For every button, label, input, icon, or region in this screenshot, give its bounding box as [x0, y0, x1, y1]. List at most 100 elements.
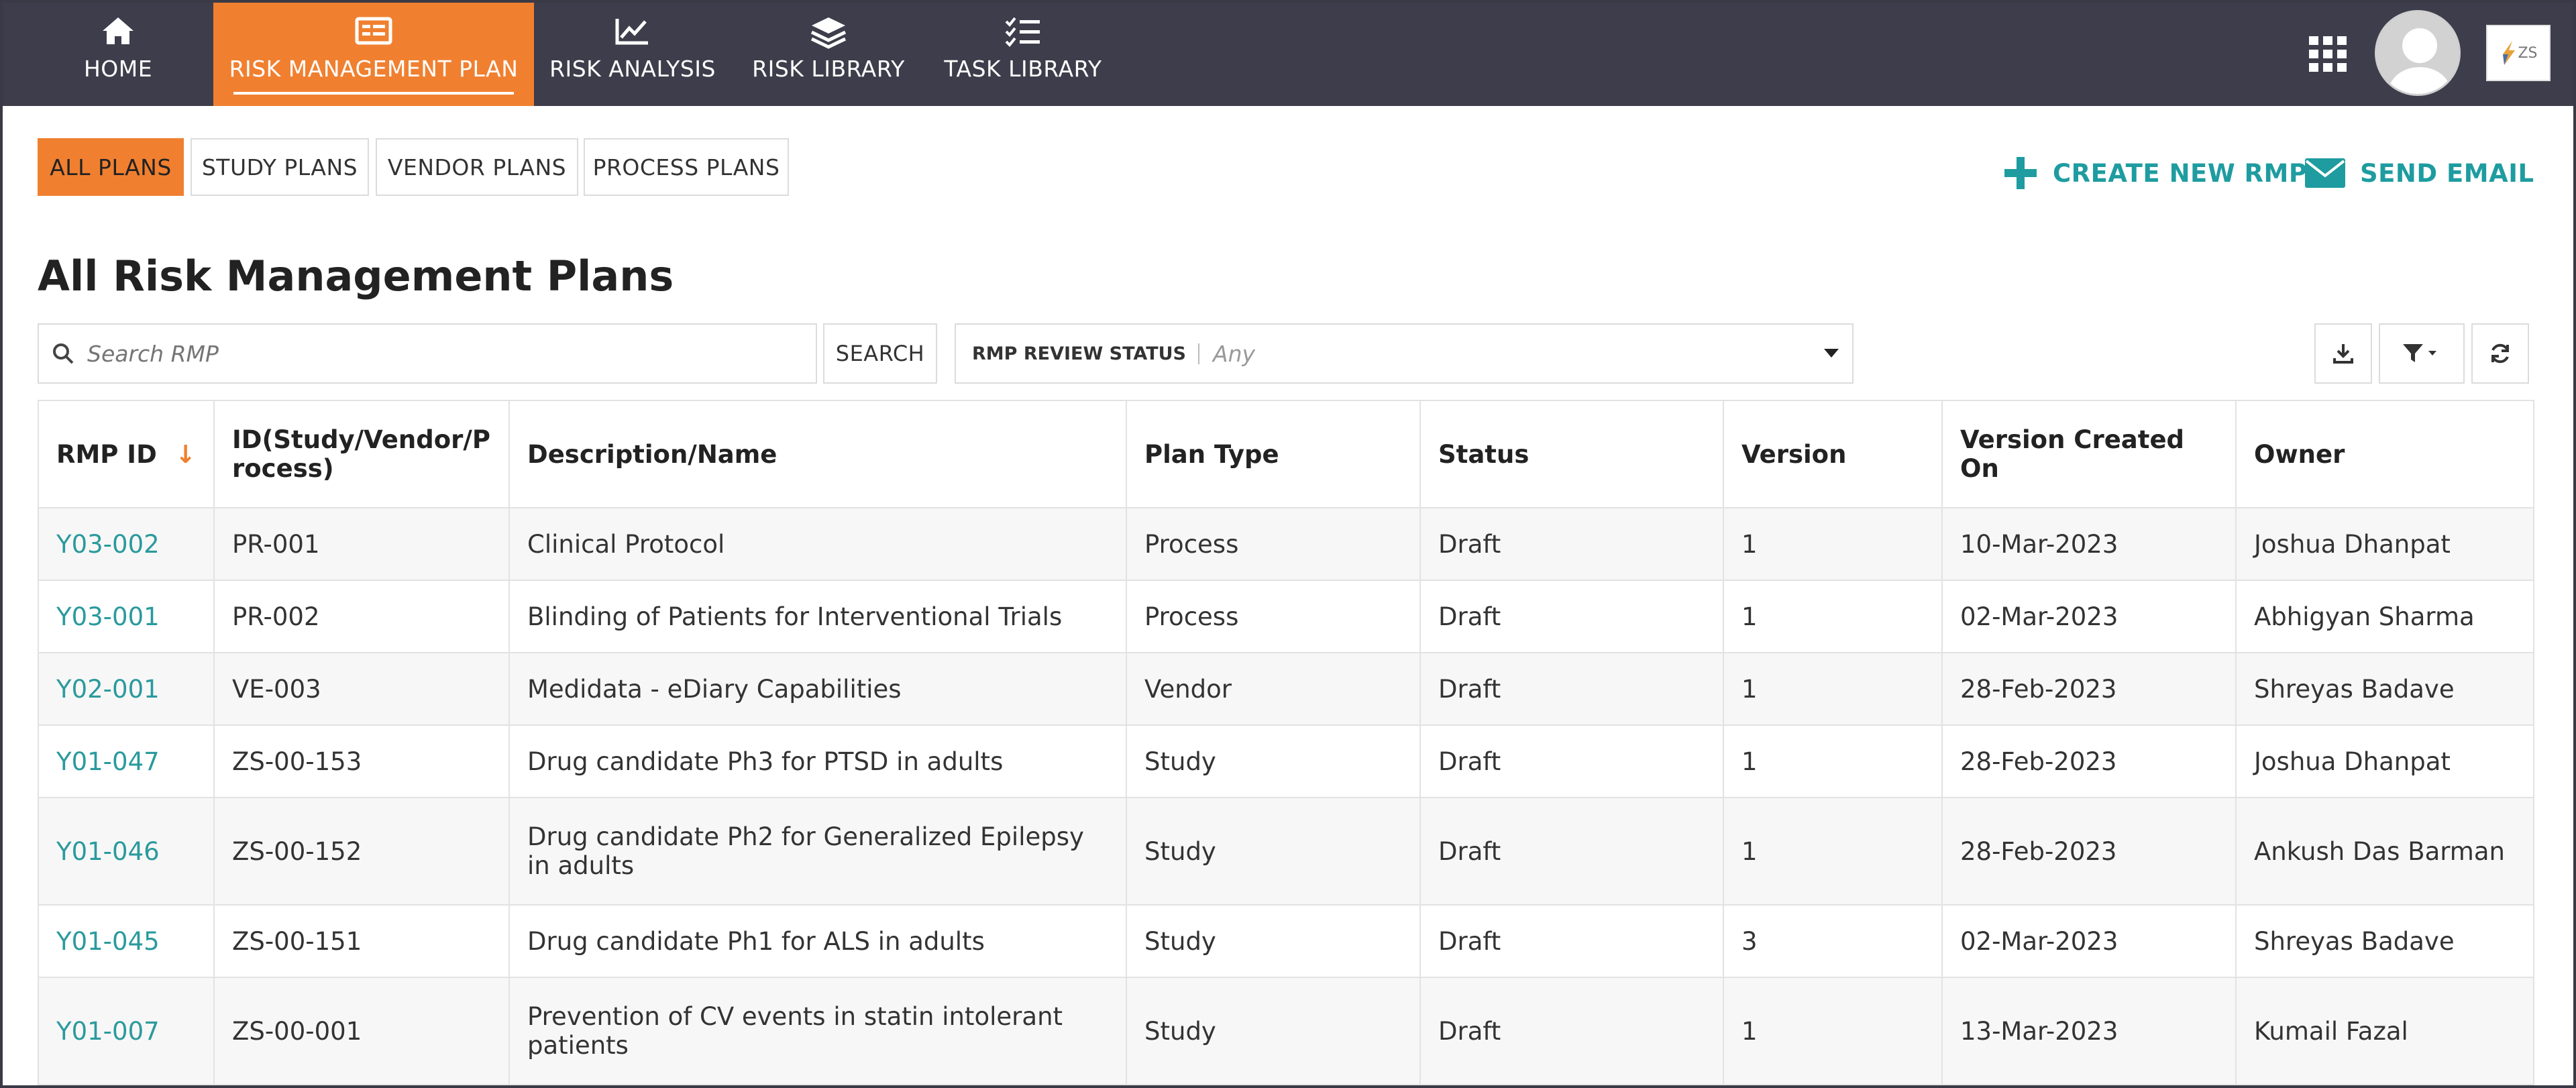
column-header-rmp-id-label: RMP ID	[56, 439, 157, 469]
rmp-id-link[interactable]: Y03-001	[38, 580, 215, 653]
cell-id: PR-002	[213, 580, 510, 653]
refresh-button[interactable]	[2471, 323, 2529, 384]
cell-id: PR-001	[213, 507, 510, 581]
cell-description: Drug candidate Ph1 for ALS in adults	[508, 904, 1127, 978]
rmp-id-link[interactable]: Y03-002	[38, 507, 215, 581]
nav-home[interactable]: HOME	[40, 0, 196, 106]
column-header-plan-type[interactable]: Plan Type	[1126, 400, 1421, 508]
cell-version: 1	[1723, 724, 1943, 798]
tab-vendor-plans[interactable]: VENDOR PLANS	[376, 138, 578, 196]
cell-owner: Joshua Dhanpat	[2235, 724, 2534, 798]
cell-version: 1	[1723, 507, 1943, 581]
plan-icon	[213, 15, 534, 48]
cell-version: 3	[1723, 904, 1943, 978]
nav-risk-library-label: RISK LIBRARY	[752, 56, 905, 82]
cell-description: Medidata - eDiary Capabilities	[508, 652, 1127, 726]
column-header-owner[interactable]: Owner	[2235, 400, 2534, 508]
cell-status: Draft	[1419, 977, 1724, 1085]
cell-version: 1	[1723, 797, 1943, 906]
nav-home-label: HOME	[83, 56, 153, 82]
cell-version: 1	[1723, 652, 1943, 726]
cell-created-on: 28-Feb-2023	[1941, 724, 2237, 798]
rmp-review-status-select[interactable]: RMP REVIEW STATUS Any	[955, 323, 1854, 384]
active-tab-underline	[233, 92, 514, 95]
search-input[interactable]	[86, 339, 793, 368]
download-icon	[2333, 344, 2353, 364]
rmp-id-link[interactable]: Y01-007	[38, 977, 215, 1085]
column-header-status[interactable]: Status	[1419, 400, 1724, 508]
cell-description: Drug candidate Ph2 for Generalized Epile…	[508, 797, 1127, 906]
rmp-id-link[interactable]: Y01-047	[38, 724, 215, 798]
cell-owner: Abhigyan Sharma	[2235, 580, 2534, 653]
cell-owner: Shreyas Badave	[2235, 904, 2534, 978]
cell-owner: Kumail Fazal	[2235, 977, 2534, 1085]
cell-id: ZS-00-151	[213, 904, 510, 978]
cell-id: ZS-00-152	[213, 797, 510, 906]
nav-risk-management-plan[interactable]: RISK MANAGEMENT PLAN	[213, 0, 534, 106]
column-header-version-created-on[interactable]: Version Created On	[1941, 400, 2237, 508]
cell-status: Draft	[1419, 580, 1724, 653]
column-header-rmp-id[interactable]: RMP ID ↓	[38, 400, 215, 508]
nav-task-library-label: TASK LIBRARY	[944, 56, 1102, 82]
cell-created-on: 02-Mar-2023	[1941, 904, 2237, 978]
create-new-rmp-label: CREATE NEW RMP	[2053, 158, 2308, 188]
cell-created-on: 28-Feb-2023	[1941, 652, 2237, 726]
cell-plan-type: Study	[1126, 977, 1421, 1085]
cell-plan-type: Study	[1126, 724, 1421, 798]
cell-plan-type: Vendor	[1126, 652, 1421, 726]
cell-plan-type: Process	[1126, 580, 1421, 653]
user-avatar[interactable]	[2375, 10, 2461, 96]
table-row: Y01-045 ZS-00-151 Drug candidate Ph1 for…	[38, 904, 2534, 978]
rmp-id-link[interactable]: Y02-001	[38, 652, 215, 726]
nav-task-library[interactable]: TASK LIBRARY	[939, 0, 1107, 106]
cell-owner: Joshua Dhanpat	[2235, 507, 2534, 581]
cell-status: Draft	[1419, 507, 1724, 581]
search-box[interactable]	[38, 323, 817, 384]
nav-risk-analysis[interactable]: RISK ANALYSIS	[549, 0, 716, 106]
nav-risk-library[interactable]: RISK LIBRARY	[745, 0, 912, 106]
table-row: Y02-001 VE-003 Medidata - eDiary Capabil…	[38, 652, 2534, 726]
rmp-id-link[interactable]: Y01-046	[38, 797, 215, 906]
filter-dropdown-button[interactable]	[2379, 323, 2465, 384]
search-icon	[51, 341, 75, 366]
layers-icon	[745, 15, 912, 49]
cell-description: Drug candidate Ph3 for PTSD in adults	[508, 724, 1127, 798]
filter-icon	[2403, 344, 2436, 362]
cell-status: Draft	[1419, 797, 1724, 906]
tab-all-plans[interactable]: ALL PLANS	[38, 138, 184, 196]
search-button[interactable]: SEARCH	[823, 323, 937, 384]
table-row: Y03-002 PR-001 Clinical Protocol Process…	[38, 507, 2534, 581]
column-header-version[interactable]: Version	[1723, 400, 1943, 508]
sort-desc-icon[interactable]: ↓	[175, 440, 196, 469]
download-button[interactable]	[2314, 323, 2372, 384]
envelope-icon	[2304, 157, 2347, 189]
nav-risk-management-plan-label: RISK MANAGEMENT PLAN	[229, 56, 519, 82]
tab-process-plans[interactable]: PROCESS PLANS	[584, 138, 789, 196]
cell-description: Blinding of Patients for Interventional …	[508, 580, 1127, 653]
nav-risk-analysis-label: RISK ANALYSIS	[549, 56, 716, 82]
send-email-button[interactable]: SEND EMAIL	[2304, 153, 2534, 193]
cell-description: Clinical Protocol	[508, 507, 1127, 581]
table-row: Y03-001 PR-002 Blinding of Patients for …	[38, 580, 2534, 653]
status-filter-value: Any	[1213, 340, 1256, 367]
cell-status: Draft	[1419, 724, 1724, 798]
send-email-label: SEND EMAIL	[2360, 158, 2534, 188]
apps-grid-icon[interactable]	[2309, 36, 2347, 72]
cell-created-on: 13-Mar-2023	[1941, 977, 2237, 1085]
cell-plan-type: Process	[1126, 507, 1421, 581]
rmp-id-link[interactable]: Y01-045	[38, 904, 215, 978]
create-new-rmp-button[interactable]: CREATE NEW RMP	[2002, 153, 2307, 193]
rmp-table-container: RMP ID ↓ ID(Study/Vendor/Process) Descrip…	[38, 400, 2534, 1085]
home-icon	[40, 15, 196, 48]
table-header-row: RMP ID ↓ ID(Study/Vendor/Process) Descrip…	[38, 400, 2534, 508]
cell-plan-type: Study	[1126, 797, 1421, 906]
table-row: Y01-007 ZS-00-001 Prevention of CV event…	[38, 977, 2534, 1085]
cell-status: Draft	[1419, 652, 1724, 726]
table-row: Y01-047 ZS-00-153 Drug candidate Ph3 for…	[38, 724, 2534, 798]
status-filter-label: RMP REVIEW STATUS	[972, 343, 1200, 364]
cell-version: 1	[1723, 580, 1943, 653]
top-nav-bar: HOME RISK MANAGEMENT PLAN RISK ANALYSIS …	[0, 0, 2576, 106]
column-header-id[interactable]: ID(Study/Vendor/Process)	[213, 400, 510, 508]
tab-study-plans[interactable]: STUDY PLANS	[191, 138, 369, 196]
column-header-description[interactable]: Description/Name	[508, 400, 1127, 508]
